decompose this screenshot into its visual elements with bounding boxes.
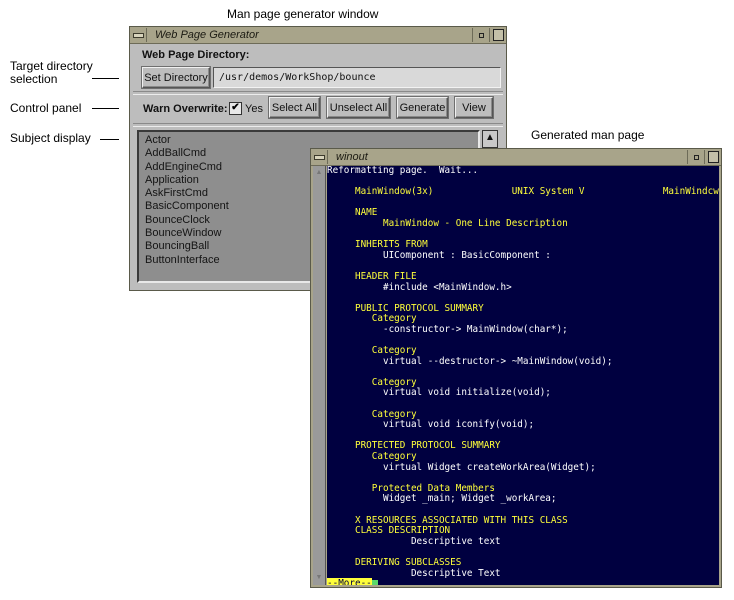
- maximize-icon[interactable]: [704, 150, 721, 164]
- terminal-line: virtual --destructor-> ~MainWindow(void)…: [327, 355, 613, 367]
- leader-line-target-directory: [92, 78, 119, 79]
- terminal-line: #include <MainWindow.h>: [327, 281, 512, 293]
- scroll-up-arrow-icon[interactable]: ▲: [482, 130, 498, 148]
- callout-control-panel: Control panel: [10, 101, 82, 115]
- terminal-line: virtual void initialize(void);: [327, 387, 551, 399]
- generate-button[interactable]: Generate: [397, 97, 448, 118]
- terminal-line: virtual Widget createWorkArea(Widget);: [327, 461, 596, 473]
- winout-window: winout ▲ ▼ Reformatting page. Wait... Ma…: [310, 148, 722, 588]
- wpg-titlebar[interactable]: Web Page Generator: [130, 27, 506, 44]
- terminal-scrollbar[interactable]: ▲ ▼: [313, 166, 326, 585]
- terminal-line: Widget _main; Widget _workArea;: [327, 493, 557, 505]
- terminal-line: Reformatting page. Wait...: [327, 166, 479, 176]
- terminal-line: HEADER FILE: [327, 270, 417, 282]
- set-directory-button[interactable]: Set Directory: [142, 67, 210, 88]
- leader-line-subject-display: [100, 139, 119, 140]
- window-menu-icon[interactable]: [311, 150, 328, 164]
- separator: [133, 91, 503, 95]
- more-prompt-line: --More--: [327, 578, 719, 585]
- text-cursor: [371, 579, 378, 585]
- terminal-line: -constructor-> MainWindow(char*);: [327, 323, 568, 335]
- maximize-icon[interactable]: [489, 28, 506, 42]
- terminal-line: Descriptive Text: [327, 567, 501, 579]
- terminal-line: MainWindow - One Line Description: [327, 217, 568, 229]
- select-all-button[interactable]: Select All: [269, 97, 320, 118]
- directory-path-field[interactable]: /usr/demos/WorkShop/bounce: [213, 67, 501, 88]
- minimize-icon[interactable]: [687, 150, 704, 164]
- unselect-all-button[interactable]: Unselect All: [327, 97, 390, 118]
- yes-label: Yes: [245, 103, 263, 115]
- winout-window-title: winout: [336, 151, 368, 163]
- callout-target-directory: Target directory selection: [10, 60, 93, 86]
- warn-overwrite-label: Warn Overwrite:: [143, 103, 228, 115]
- scroll-up-arrow-icon[interactable]: ▲: [314, 167, 324, 179]
- winout-titlebar[interactable]: winout: [311, 149, 721, 166]
- wpg-window-title: Web Page Generator: [155, 29, 259, 41]
- callout-subject-display: Subject display: [10, 131, 91, 145]
- web-page-directory-label: Web Page Directory:: [142, 49, 250, 61]
- terminal-output[interactable]: Reformatting page. Wait... MainWindow(3x…: [327, 166, 719, 585]
- subject-list-item[interactable]: Actor: [145, 134, 472, 147]
- callout-man-page-generator-window: Man page generator window: [227, 7, 379, 21]
- view-button[interactable]: View: [455, 97, 493, 118]
- terminal-line: UIComponent : BasicComponent :: [327, 249, 551, 261]
- leader-line-control-panel: [92, 108, 119, 109]
- warn-overwrite-checkbox[interactable]: ✔: [229, 102, 242, 115]
- callout-generated-man-page: Generated man page: [531, 128, 645, 142]
- minimize-icon[interactable]: [472, 28, 489, 42]
- more-prompt: --More--: [327, 578, 372, 585]
- terminal-line: virtual void iconify(void);: [327, 419, 535, 431]
- window-menu-icon[interactable]: [130, 28, 147, 42]
- terminal-line: DERIVING SUBCLASSES: [327, 556, 462, 568]
- terminal-line: Descriptive text: [327, 535, 501, 547]
- separator: [133, 123, 503, 127]
- callout-target-directory-line2: selection: [10, 72, 58, 86]
- terminal-line: MainWindow(3x) UNIX System V MainWindcw(…: [327, 186, 719, 198]
- scroll-down-arrow-icon[interactable]: ▼: [314, 572, 324, 584]
